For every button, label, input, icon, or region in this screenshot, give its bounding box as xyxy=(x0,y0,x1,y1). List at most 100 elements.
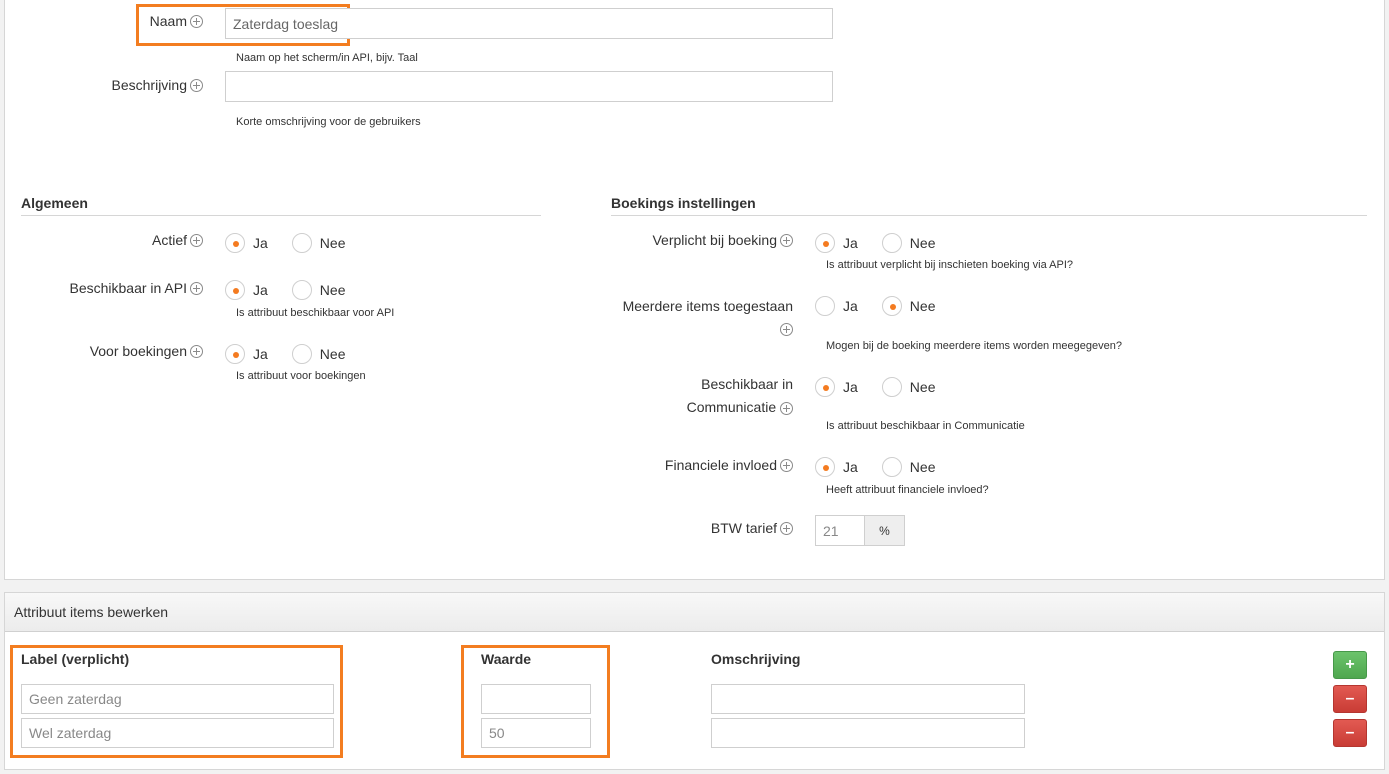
plus-circle-icon[interactable] xyxy=(190,344,203,358)
verplicht-label-text: Verplicht bij boeking xyxy=(652,232,777,248)
verplicht-nee-radio[interactable]: Nee xyxy=(881,233,935,253)
communicatie-nee-radio[interactable]: Nee xyxy=(881,377,936,397)
radio-checked-icon xyxy=(225,233,245,253)
communicatie-radio-group: Ja Nee xyxy=(815,377,959,397)
verplicht-help: Is attribuut verplicht bij inschieten bo… xyxy=(826,259,1074,271)
verplicht-label: Verplicht bij boeking xyxy=(590,231,793,249)
items-panel-header xyxy=(5,593,1384,632)
btw-tarief-label-text: BTW tarief xyxy=(710,520,777,536)
naam-label-text: Naam xyxy=(149,13,187,29)
meerdere-items-help: Mogen bij de boeking meerdere items word… xyxy=(826,340,1122,352)
naam-label: Naam xyxy=(100,12,203,30)
radio-label: Ja xyxy=(253,346,268,362)
plus-circle-icon[interactable] xyxy=(780,322,793,336)
radio-checked-icon xyxy=(225,344,245,364)
item-value-input[interactable] xyxy=(481,684,591,714)
radio-label: Ja xyxy=(843,379,858,395)
plus-circle-icon[interactable] xyxy=(190,14,203,28)
remove-item-button[interactable]: – xyxy=(1333,685,1367,713)
radio-label: Nee xyxy=(319,346,346,362)
actief-radio-group: Ja Nee xyxy=(225,233,369,253)
plus-circle-icon[interactable] xyxy=(190,78,203,92)
radio-label: Ja xyxy=(253,235,268,251)
radio-checked-icon xyxy=(815,457,835,477)
radio-label: Nee xyxy=(909,379,936,395)
omschrijving-column-header: Omschrijving xyxy=(711,651,801,667)
voor-boekingen-nee-radio[interactable]: Nee xyxy=(291,344,346,364)
radio-label: Nee xyxy=(909,298,936,314)
radio-label: Nee xyxy=(319,235,346,251)
radio-label: Ja xyxy=(843,235,858,251)
plus-circle-icon[interactable] xyxy=(780,458,793,472)
voor-boekingen-label: Voor boekingen xyxy=(20,342,203,360)
meerdere-items-ja-radio[interactable]: Ja xyxy=(815,296,858,316)
financiele-invloed-ja-radio[interactable]: Ja xyxy=(815,457,858,477)
btw-tarief-label: BTW tarief xyxy=(590,519,793,537)
radio-checked-icon xyxy=(815,233,835,253)
communicatie-label: Beschikbaar in Communicatie xyxy=(590,373,793,417)
voor-boekingen-radio-group: Ja Nee xyxy=(225,344,369,364)
verplicht-ja-radio[interactable]: Ja xyxy=(815,233,858,253)
beschrijving-help: Korte omschrijving voor de gebruikers xyxy=(236,116,421,128)
boekings-section-title: Boekings instellingen xyxy=(611,195,1367,216)
voor-boekingen-label-text: Voor boekingen xyxy=(89,343,187,359)
actief-label: Actief xyxy=(20,231,203,249)
beschrijving-label-text: Beschrijving xyxy=(111,77,187,93)
radio-label: Nee xyxy=(909,459,936,475)
remove-item-button[interactable]: – xyxy=(1333,719,1367,747)
radio-unchecked-icon xyxy=(291,233,312,253)
beschikbaar-api-ja-radio[interactable]: Ja xyxy=(225,280,268,300)
actief-label-text: Actief xyxy=(151,232,187,248)
radio-checked-icon xyxy=(881,296,902,316)
item-description-input[interactable] xyxy=(711,684,1025,714)
radio-label: Ja xyxy=(843,459,858,475)
radio-label: Ja xyxy=(843,298,858,314)
algemeen-section-title: Algemeen xyxy=(21,195,541,216)
meerdere-items-nee-radio[interactable]: Nee xyxy=(881,296,936,316)
radio-unchecked-icon xyxy=(815,296,835,316)
naam-input[interactable] xyxy=(225,8,833,39)
radio-unchecked-icon xyxy=(881,233,902,253)
plus-circle-icon[interactable] xyxy=(780,233,793,247)
beschrijving-input[interactable] xyxy=(225,71,833,102)
radio-checked-icon xyxy=(815,377,835,397)
beschikbaar-api-label: Beschikbaar in API xyxy=(20,279,203,297)
naam-help: Naam op het scherm/in API, bijv. Taal xyxy=(236,52,418,64)
radio-unchecked-icon xyxy=(291,280,312,300)
meerdere-items-radio-group: Ja Nee xyxy=(815,296,959,316)
radio-unchecked-icon xyxy=(881,377,902,397)
item-description-input[interactable] xyxy=(711,718,1025,748)
beschikbaar-api-label-text: Beschikbaar in API xyxy=(69,280,187,296)
btw-tarief-input[interactable] xyxy=(815,515,865,546)
beschikbaar-api-nee-radio[interactable]: Nee xyxy=(291,280,346,300)
item-label-input[interactable] xyxy=(21,718,334,748)
meerdere-items-label: Meerdere items toegestaan xyxy=(590,295,793,339)
financiele-invloed-help: Heeft attribuut financiele invloed? xyxy=(826,484,989,496)
radio-unchecked-icon xyxy=(291,344,312,364)
actief-nee-radio[interactable]: Nee xyxy=(291,233,346,253)
radio-unchecked-icon xyxy=(881,457,902,477)
plus-circle-icon[interactable] xyxy=(780,401,793,415)
communicatie-ja-radio[interactable]: Ja xyxy=(815,377,858,397)
waarde-column-header: Waarde xyxy=(481,651,532,667)
beschikbaar-api-radio-group: Ja Nee xyxy=(225,280,369,300)
plus-circle-icon[interactable] xyxy=(190,233,203,247)
actief-ja-radio[interactable]: Ja xyxy=(225,233,268,253)
plus-circle-icon[interactable] xyxy=(190,281,203,295)
communicatie-help: Is attribuut beschikbaar in Communicatie xyxy=(826,420,1025,432)
btw-percent-addon: % xyxy=(865,515,905,546)
item-value-input[interactable] xyxy=(481,718,591,748)
beschrijving-label: Beschrijving xyxy=(60,76,203,94)
meerdere-items-label-text: Meerdere items toegestaan xyxy=(622,298,793,314)
verplicht-radio-group: Ja Nee xyxy=(815,233,959,253)
voor-boekingen-ja-radio[interactable]: Ja xyxy=(225,344,268,364)
item-label-input[interactable] xyxy=(21,684,334,714)
voor-boekingen-help: Is attribuut voor boekingen xyxy=(236,370,366,382)
plus-circle-icon[interactable] xyxy=(780,521,793,535)
beschikbaar-api-help: Is attribuut beschikbaar voor API xyxy=(236,307,395,319)
financiele-invloed-nee-radio[interactable]: Nee xyxy=(881,457,936,477)
add-item-button[interactable]: + xyxy=(1333,651,1367,679)
radio-label: Nee xyxy=(319,282,346,298)
items-panel-title: Attribuut items bewerken xyxy=(14,604,169,620)
radio-checked-icon xyxy=(225,280,245,300)
